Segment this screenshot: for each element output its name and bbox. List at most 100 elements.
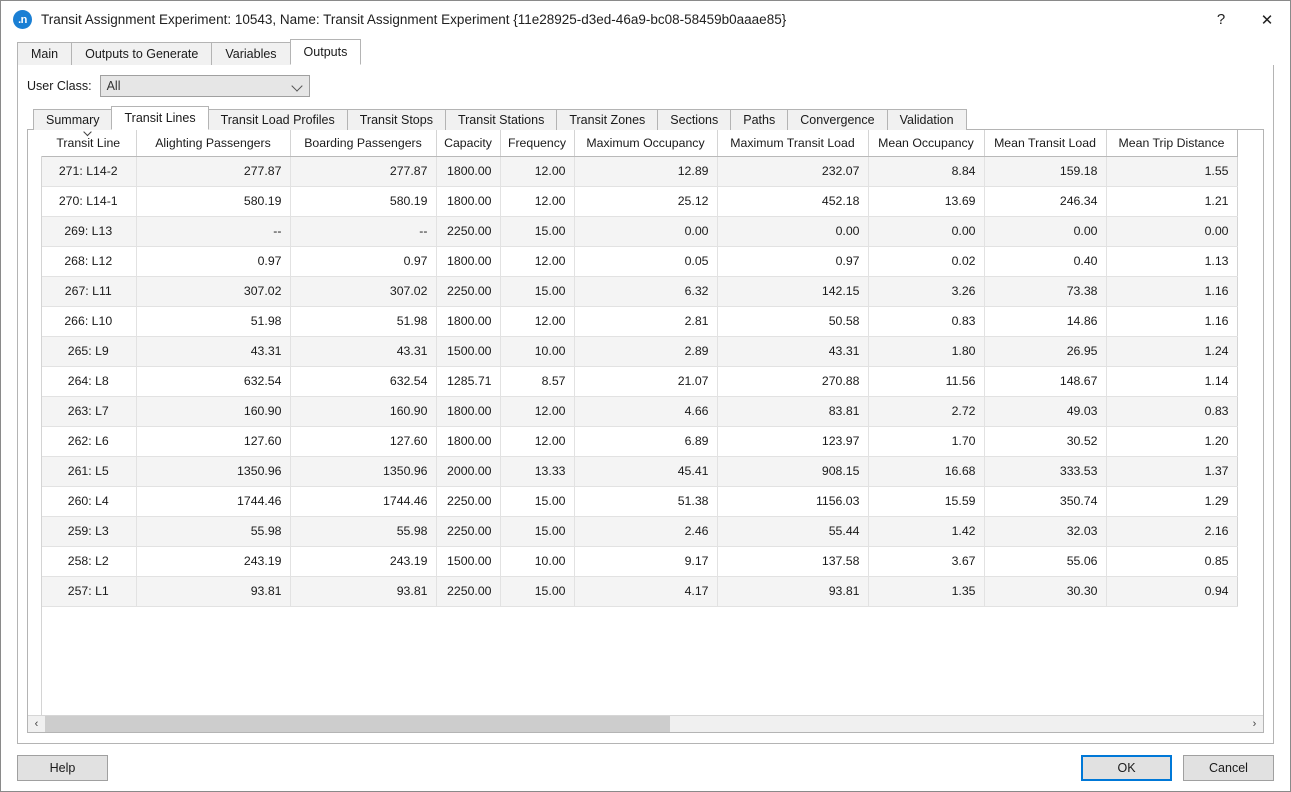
ok-button[interactable]: OK: [1081, 755, 1172, 781]
inner-tab-sections[interactable]: Sections: [657, 109, 732, 130]
transit-line-cell: 270: L14-1: [41, 186, 137, 217]
column-header-frequency[interactable]: Frequency: [500, 130, 575, 157]
outer-tab-variables[interactable]: Variables: [211, 42, 291, 65]
table-cell: 30.30: [984, 576, 1107, 607]
column-header-maximum-occupancy[interactable]: Maximum Occupancy: [574, 130, 718, 157]
transit-line-cell: 268: L12: [41, 246, 137, 277]
table-cell: 1.29: [1106, 486, 1238, 517]
table-cell: 1.80: [868, 336, 985, 367]
table-cell: 12.00: [500, 186, 575, 217]
table-row[interactable]: 264: L8 632.54 632.54 1285.71 8.57 21.07 270.8…: [41, 366, 1238, 397]
inner-tab-transit-load-profiles[interactable]: Transit Load Profiles: [207, 109, 348, 130]
table-row[interactable]: 263: L7 160.90 160.90 1800.00 12.00 4.66 83.81…: [41, 396, 1238, 427]
scrollbar-thumb[interactable]: [45, 715, 670, 732]
inner-tab-transit-stops[interactable]: Transit Stops: [346, 109, 446, 130]
table-cell: 55.06: [984, 546, 1107, 577]
table-cell: 1500.00: [436, 546, 501, 577]
table-cell: 15.00: [500, 576, 575, 607]
table-cell: 30.52: [984, 426, 1107, 457]
table-row[interactable]: 269: L13 -- -- 2250.00 15.00 0.00 0.00 0.00 0.00…: [41, 216, 1238, 247]
inner-tab-transit-lines[interactable]: Transit Lines: [111, 106, 209, 130]
user-class-dropdown[interactable]: All: [99, 75, 310, 97]
column-header-mean-transit-load[interactable]: Mean Transit Load: [984, 130, 1107, 157]
table-row[interactable]: 271: L14-2 277.87 277.87 1800.00 12.00 12.89 2…: [41, 156, 1238, 187]
table-cell: 8.57: [500, 366, 575, 397]
transit-line-cell: 262: L6: [41, 426, 137, 457]
table-cell: 1.70: [868, 426, 985, 457]
outer-tab-outputs[interactable]: Outputs: [289, 39, 362, 65]
inner-tab-paths[interactable]: Paths: [730, 109, 789, 130]
table-row[interactable]: 266: L10 51.98 51.98 1800.00 12.00 2.81 50.58 0…: [41, 306, 1238, 337]
table-row[interactable]: 268: L12 0.97 0.97 1800.00 12.00 0.05 0.97 0.02…: [41, 246, 1238, 277]
horizontal-scrollbar[interactable]: ‹ ›: [28, 715, 1263, 732]
inner-tab-convergence[interactable]: Convergence: [787, 109, 888, 130]
table-cell: 0.97: [136, 246, 291, 277]
table-cell: 137.58: [717, 546, 869, 577]
column-header-maximum-transit-load[interactable]: Maximum Transit Load: [717, 130, 869, 157]
table-cell: 1800.00: [436, 306, 501, 337]
outer-tab-outputs-to-generate[interactable]: Outputs to Generate: [71, 42, 213, 65]
table-cell: 277.87: [136, 156, 291, 187]
table-cell: 6.32: [574, 276, 718, 307]
scroll-left-arrow-icon[interactable]: ‹: [28, 716, 45, 733]
table-cell: 2.16: [1106, 516, 1238, 547]
table-row[interactable]: 261: L5 1350.96 1350.96 2000.00 13.33 45.41 90…: [41, 456, 1238, 487]
table-viewport: Transit Line Alighting Passengers Boarding…: [28, 130, 1263, 715]
column-header-transit-line[interactable]: Transit Line: [41, 130, 137, 157]
table-cell: 1.21: [1106, 186, 1238, 217]
table-cell: 55.98: [136, 516, 291, 547]
column-header-mean-occupancy[interactable]: Mean Occupancy: [868, 130, 985, 157]
table-cell: 43.31: [717, 336, 869, 367]
help-icon[interactable]: ?: [1198, 1, 1244, 38]
table-cell: 0.83: [1106, 396, 1238, 427]
table-cell: 2000.00: [436, 456, 501, 487]
column-header-boarding-passengers[interactable]: Boarding Passengers: [290, 130, 437, 157]
inner-tab-summary[interactable]: Summary: [33, 109, 113, 130]
inner-tab-validation[interactable]: Validation: [886, 109, 967, 130]
inner-tab-transit-zones[interactable]: Transit Zones: [556, 109, 659, 130]
table-cell: 580.19: [290, 186, 437, 217]
table-cell: 1.24: [1106, 336, 1238, 367]
table-row[interactable]: 265: L9 43.31 43.31 1500.00 10.00 2.89 43.31 1.…: [41, 336, 1238, 367]
table-cell: 270.88: [717, 366, 869, 397]
table-cell: 1.35: [868, 576, 985, 607]
table-row[interactable]: 270: L14-1 580.19 580.19 1800.00 12.00 25.12 4…: [41, 186, 1238, 217]
table-row[interactable]: 267: L11 307.02 307.02 2250.00 15.00 6.32 142.…: [41, 276, 1238, 307]
outer-tab-main[interactable]: Main: [17, 42, 73, 65]
table-row[interactable]: 262: L6 127.60 127.60 1800.00 12.00 6.89 123.9…: [41, 426, 1238, 457]
inner-tab-strip: Summary Transit Lines Transit Load Profile…: [27, 106, 1264, 130]
table-cell: 159.18: [984, 156, 1107, 187]
table-cell: 15.00: [500, 216, 575, 247]
help-button[interactable]: Help: [17, 755, 108, 781]
table-cell: 15.00: [500, 276, 575, 307]
column-header-label: Mean Occupancy: [878, 135, 974, 150]
table-cell: 0.97: [717, 246, 869, 277]
table-cell: 1.16: [1106, 276, 1238, 307]
table-cell: 127.60: [290, 426, 437, 457]
table-cell: 1.37: [1106, 456, 1238, 487]
inner-tab-transit-stations[interactable]: Transit Stations: [444, 109, 558, 130]
table-cell: 1.20: [1106, 426, 1238, 457]
title-bar-buttons: ? ✕: [1198, 1, 1290, 38]
table-cell: 10.00: [500, 336, 575, 367]
table-row[interactable]: 257: L1 93.81 93.81 2250.00 15.00 4.17 93.81 1.…: [41, 576, 1238, 607]
table-row[interactable]: 258: L2 243.19 243.19 1500.00 10.00 9.17 137.5…: [41, 546, 1238, 577]
table-row[interactable]: 259: L3 55.98 55.98 2250.00 15.00 2.46 55.44 1.…: [41, 516, 1238, 547]
cancel-button[interactable]: Cancel: [1183, 755, 1274, 781]
column-header-alighting-passengers[interactable]: Alighting Passengers: [136, 130, 291, 157]
column-header-capacity[interactable]: Capacity: [436, 130, 501, 157]
table-row[interactable]: 260: L4 1744.46 1744.46 2250.00 15.00 51.38 11…: [41, 486, 1238, 517]
column-header-mean-trip-distance[interactable]: Mean Trip Distance: [1106, 130, 1238, 157]
table-cell: 16.68: [868, 456, 985, 487]
column-header-label: Transit Line: [56, 135, 121, 150]
table-cell: 1800.00: [436, 186, 501, 217]
table-cell: 12.00: [500, 396, 575, 427]
chevron-down-icon: [292, 81, 303, 92]
scroll-right-arrow-icon[interactable]: ›: [1246, 716, 1263, 733]
scrollbar-track[interactable]: [45, 715, 1246, 732]
table-header-row: Transit Line Alighting Passengers Boarding…: [41, 130, 1238, 157]
close-icon[interactable]: ✕: [1244, 1, 1290, 38]
transit-line-cell: 271: L14-2: [41, 156, 137, 187]
table-cell: 0.02: [868, 246, 985, 277]
table-cell: 2.46: [574, 516, 718, 547]
